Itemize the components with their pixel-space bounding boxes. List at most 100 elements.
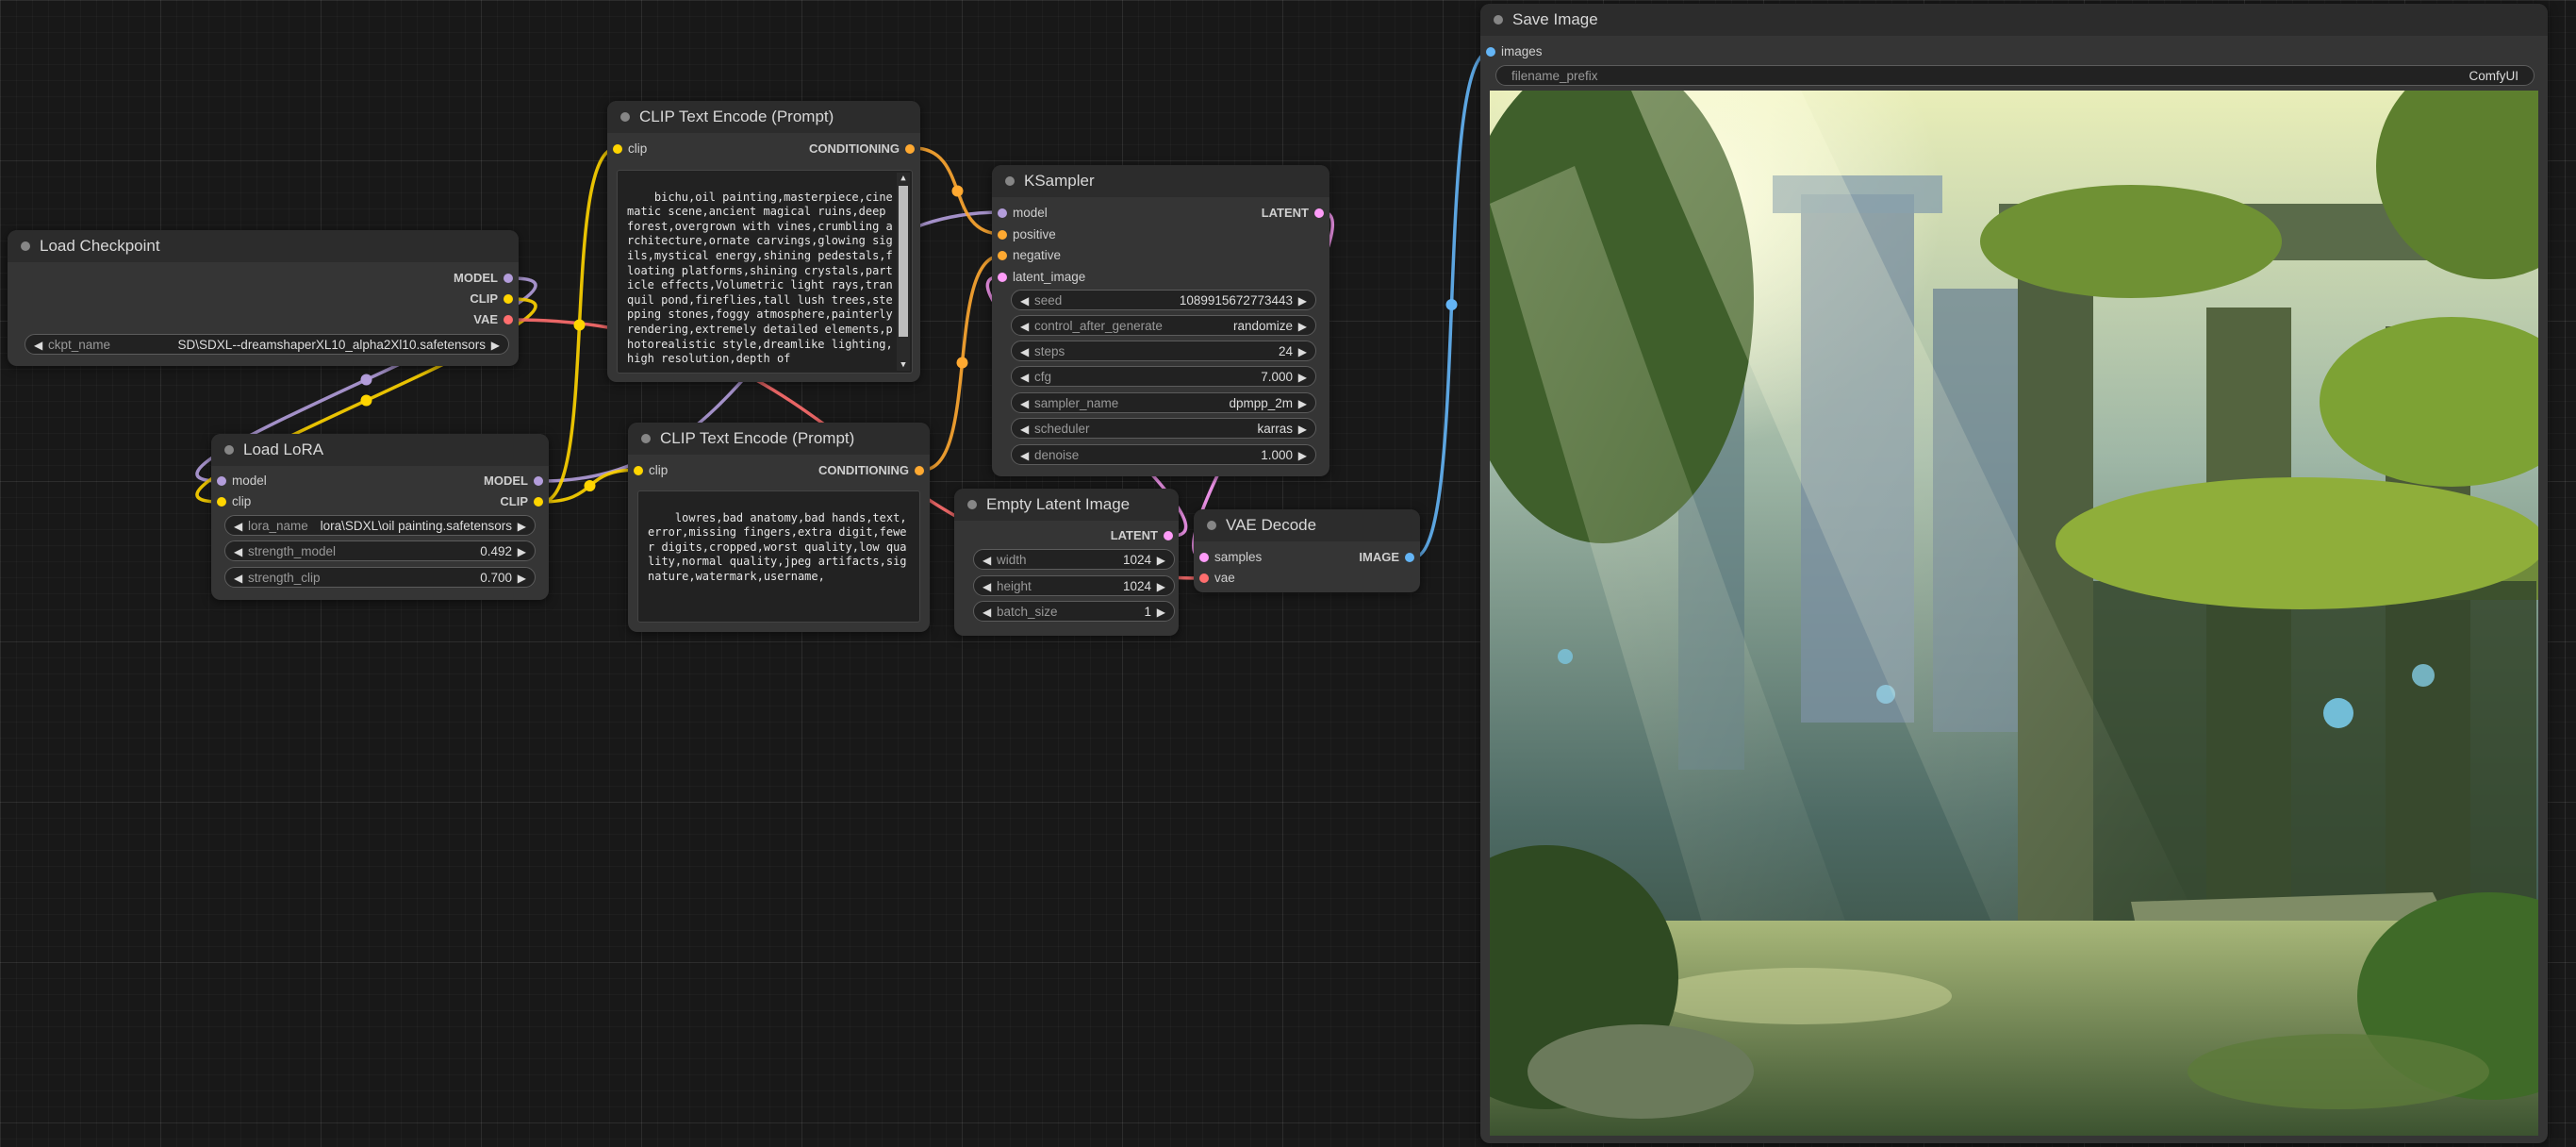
arrow-right-icon[interactable]: ▶ bbox=[518, 541, 526, 562]
arrow-right-icon[interactable]: ▶ bbox=[1298, 419, 1307, 440]
arrow-left-icon[interactable]: ◀ bbox=[983, 602, 991, 623]
steps-widget[interactable]: ◀ steps 24 ▶ bbox=[1011, 341, 1316, 361]
input-clip[interactable]: clip bbox=[628, 460, 668, 481]
arrow-left-icon[interactable]: ◀ bbox=[1020, 291, 1029, 311]
arrow-left-icon[interactable]: ◀ bbox=[34, 335, 42, 356]
lora-name-combo[interactable]: ◀ lora_name lora\SDXL\oil painting.safet… bbox=[224, 515, 536, 536]
collapse-dot-icon[interactable] bbox=[967, 500, 977, 509]
control-after-generate-widget[interactable]: ◀ control_after_generate randomize ▶ bbox=[1011, 315, 1316, 336]
arrow-left-icon[interactable]: ◀ bbox=[1020, 367, 1029, 388]
output-slot-icon[interactable] bbox=[504, 274, 513, 283]
output-clip[interactable]: CLIP bbox=[500, 491, 549, 512]
clip-negative-title[interactable]: CLIP Text Encode (Prompt) bbox=[628, 423, 930, 455]
output-clip[interactable]: CLIP bbox=[470, 289, 519, 309]
input-model[interactable]: model bbox=[992, 203, 1048, 224]
link-center-marker-icon[interactable] bbox=[1445, 299, 1458, 310]
empty-latent-image-node[interactable]: Empty Latent Image LATENT ◀ width 1024 ▶ ◀ h… bbox=[954, 489, 1179, 636]
input-model[interactable]: model bbox=[211, 471, 267, 491]
output-slot-icon[interactable] bbox=[534, 476, 543, 486]
collapse-dot-icon[interactable] bbox=[21, 241, 30, 251]
arrow-left-icon[interactable]: ◀ bbox=[1020, 419, 1029, 440]
strength-model-slider[interactable]: ◀ strength_model 0.492 ▶ bbox=[224, 540, 536, 561]
arrow-left-icon[interactable]: ◀ bbox=[1020, 445, 1029, 466]
sampler-name-widget[interactable]: ◀ sampler_name dpmpp_2m ▶ bbox=[1011, 392, 1316, 413]
vae-decode-title[interactable]: VAE Decode bbox=[1194, 509, 1420, 541]
output-image-preview[interactable] bbox=[1490, 91, 2538, 1136]
arrow-right-icon[interactable]: ▶ bbox=[1157, 576, 1165, 597]
arrow-left-icon[interactable]: ◀ bbox=[983, 576, 991, 597]
collapse-dot-icon[interactable] bbox=[1207, 521, 1216, 530]
ksampler-title[interactable]: KSampler bbox=[992, 165, 1329, 197]
load-lora-title[interactable]: Load LoRA bbox=[211, 434, 549, 466]
collapse-dot-icon[interactable] bbox=[641, 434, 651, 443]
collapse-dot-icon[interactable] bbox=[1494, 15, 1503, 25]
arrow-left-icon[interactable]: ◀ bbox=[1020, 341, 1029, 362]
arrow-left-icon[interactable]: ◀ bbox=[1020, 316, 1029, 337]
load-lora-node[interactable]: Load LoRA model clip MODEL CLIP ◀ lora_n… bbox=[211, 434, 549, 600]
collapse-dot-icon[interactable] bbox=[1005, 176, 1015, 186]
input-slot-icon[interactable] bbox=[613, 144, 622, 154]
prompt-scrollbar[interactable]: ▲ ▼ bbox=[897, 173, 910, 371]
arrow-right-icon[interactable]: ▶ bbox=[1298, 316, 1307, 337]
arrow-left-icon[interactable]: ◀ bbox=[1020, 393, 1029, 414]
input-slot-icon[interactable] bbox=[1486, 47, 1495, 57]
input-slot-icon[interactable] bbox=[998, 208, 1007, 218]
link-lora-clip-to-positive[interactable] bbox=[541, 146, 618, 504]
cfg-widget[interactable]: ◀ cfg 7.000 ▶ bbox=[1011, 366, 1316, 387]
vae-decode-node[interactable]: VAE Decode samples vae IMAGE bbox=[1194, 509, 1420, 592]
link-lora-clip-to-negative[interactable] bbox=[541, 468, 638, 504]
empty-latent-title[interactable]: Empty Latent Image bbox=[954, 489, 1179, 521]
input-images[interactable]: images bbox=[1480, 42, 1543, 62]
output-model[interactable]: MODEL bbox=[484, 471, 549, 491]
load-checkpoint-node[interactable]: Load Checkpoint MODEL CLIP VAE ◀ ckpt_na… bbox=[8, 230, 519, 366]
link-center-marker-icon[interactable] bbox=[360, 394, 372, 407]
input-slot-icon[interactable] bbox=[1199, 553, 1209, 562]
link-vaedecode-to-saveimage[interactable] bbox=[1412, 50, 1491, 559]
arrow-right-icon[interactable]: ▶ bbox=[1157, 550, 1165, 571]
ckpt-name-combo[interactable]: ◀ ckpt_name SD\SDXL--dreamshaperXL10_alp… bbox=[25, 334, 509, 355]
link-positive-to-ksampler[interactable] bbox=[913, 146, 1002, 236]
clip-positive-title[interactable]: CLIP Text Encode (Prompt) bbox=[607, 101, 920, 133]
scroll-down-icon[interactable]: ▼ bbox=[897, 359, 910, 371]
input-slot-icon[interactable] bbox=[217, 497, 226, 507]
output-slot-icon[interactable] bbox=[504, 315, 513, 324]
output-slot-icon[interactable] bbox=[915, 466, 924, 475]
scroll-thumb[interactable] bbox=[899, 186, 908, 337]
output-slot-icon[interactable] bbox=[534, 497, 543, 507]
input-slot-icon[interactable] bbox=[1199, 574, 1209, 583]
collapse-dot-icon[interactable] bbox=[224, 445, 234, 455]
output-latent[interactable]: LATENT bbox=[1111, 525, 1179, 546]
collapse-dot-icon[interactable] bbox=[620, 112, 630, 122]
input-slot-icon[interactable] bbox=[634, 466, 643, 475]
clip-text-encode-positive-node[interactable]: CLIP Text Encode (Prompt) clip CONDITION… bbox=[607, 101, 920, 382]
load-checkpoint-title[interactable]: Load Checkpoint bbox=[8, 230, 519, 262]
batch-size-widget[interactable]: ◀ batch_size 1 ▶ bbox=[973, 601, 1175, 622]
arrow-right-icon[interactable]: ▶ bbox=[518, 568, 526, 589]
input-latent-image[interactable]: latent_image bbox=[992, 267, 1085, 288]
output-vae[interactable]: VAE bbox=[473, 309, 519, 330]
input-negative[interactable]: negative bbox=[992, 245, 1061, 266]
ksampler-node[interactable]: KSampler model positive negative latent_… bbox=[992, 165, 1329, 476]
arrow-right-icon[interactable]: ▶ bbox=[518, 516, 526, 537]
arrow-right-icon[interactable]: ▶ bbox=[1298, 393, 1307, 414]
arrow-right-icon[interactable]: ▶ bbox=[1298, 291, 1307, 311]
arrow-right-icon[interactable]: ▶ bbox=[1298, 367, 1307, 388]
output-model[interactable]: MODEL bbox=[454, 268, 519, 289]
input-clip[interactable]: clip bbox=[211, 491, 251, 512]
scroll-up-icon[interactable]: ▲ bbox=[897, 173, 910, 184]
scheduler-widget[interactable]: ◀ scheduler karras ▶ bbox=[1011, 418, 1316, 439]
width-widget[interactable]: ◀ width 1024 ▶ bbox=[973, 549, 1175, 570]
height-widget[interactable]: ◀ height 1024 ▶ bbox=[973, 575, 1175, 596]
arrow-left-icon[interactable]: ◀ bbox=[234, 568, 242, 589]
input-clip[interactable]: clip bbox=[607, 139, 647, 159]
arrow-left-icon[interactable]: ◀ bbox=[983, 550, 991, 571]
input-slot-icon[interactable] bbox=[998, 273, 1007, 282]
link-center-marker-icon[interactable] bbox=[956, 357, 968, 369]
output-image[interactable]: IMAGE bbox=[1359, 547, 1420, 568]
denoise-widget[interactable]: ◀ denoise 1.000 ▶ bbox=[1011, 444, 1316, 465]
input-positive[interactable]: positive bbox=[992, 224, 1056, 245]
output-latent[interactable]: LATENT bbox=[1262, 203, 1329, 224]
link-center-marker-icon[interactable] bbox=[573, 319, 586, 331]
output-slot-icon[interactable] bbox=[1314, 208, 1324, 218]
seed-widget[interactable]: ◀ seed 1089915672773443 ▶ bbox=[1011, 290, 1316, 310]
